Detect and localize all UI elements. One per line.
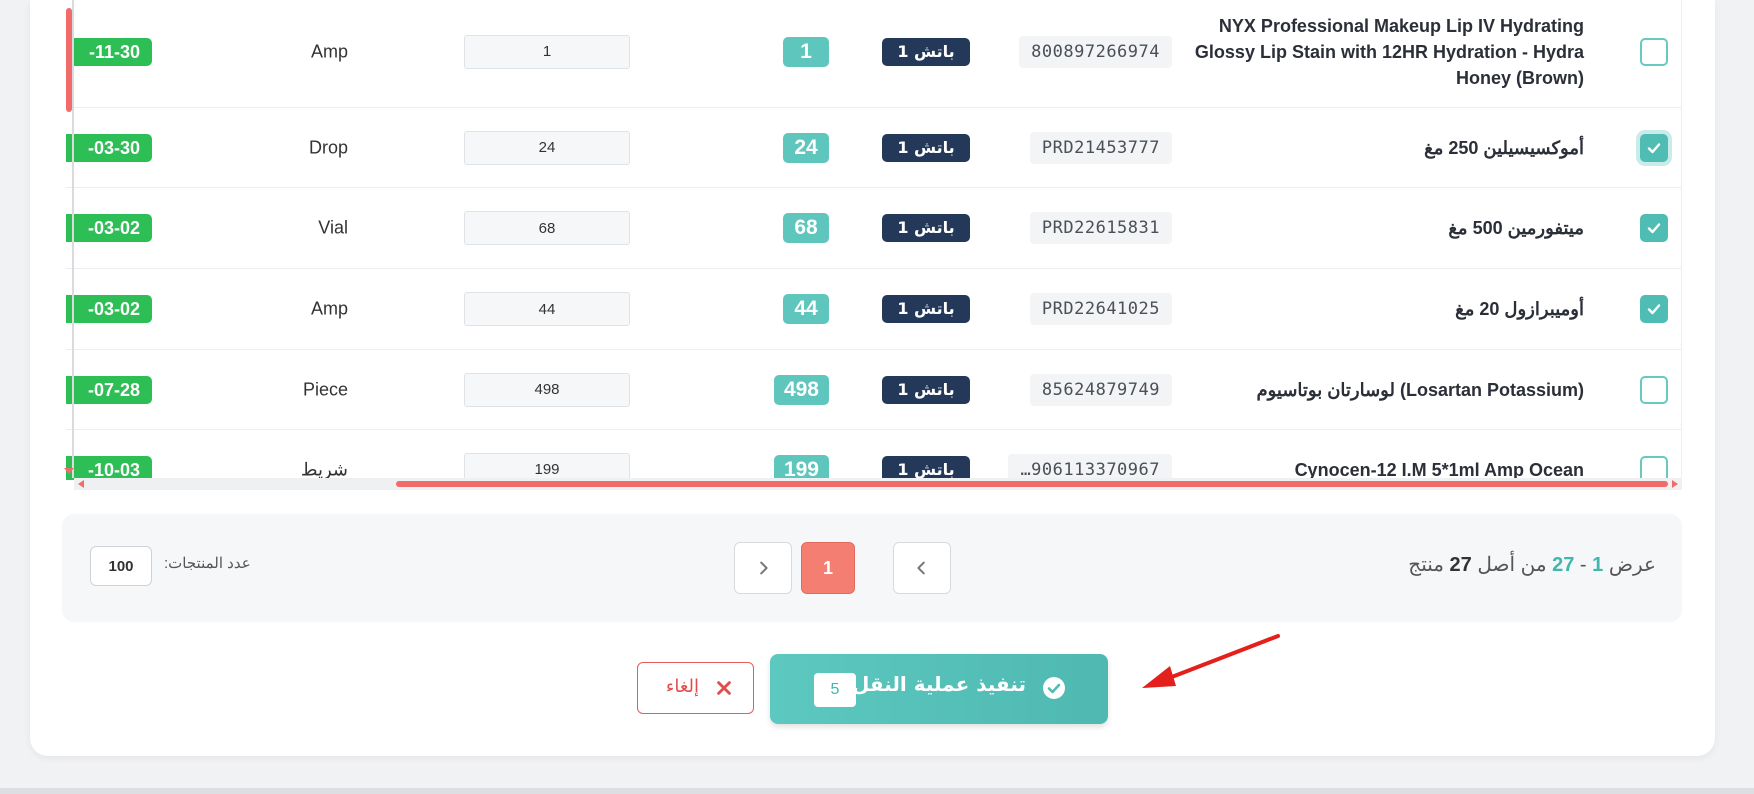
row-select-checkbox[interactable]: [1640, 214, 1668, 242]
chevron-right-icon: [760, 561, 768, 575]
available-qty-badge: 68: [783, 213, 829, 243]
table-row: Cynocen-12 I.M 5*1ml Amp Ocean …90611337…: [66, 430, 1681, 480]
product-code: 85624879749: [1029, 373, 1172, 406]
cancel-label: إلغاء: [665, 676, 699, 697]
row-select-checkbox[interactable]: [1640, 455, 1668, 480]
next-page-button[interactable]: [734, 542, 792, 594]
range-dash: -: [1579, 554, 1587, 576]
chevron-left-icon: [917, 561, 925, 575]
product-name: Cynocen-12 I.M 5*1ml Amp Ocean: [1294, 459, 1584, 480]
expiry-date-badge: -11-30: [66, 37, 152, 66]
product-code: …906113370967: [1008, 453, 1172, 480]
product-name: أوميبرازول 20 مغ: [1455, 299, 1584, 319]
unit-label: شريط: [300, 459, 348, 479]
horizontal-scrollbar-thumb[interactable]: [396, 481, 1668, 487]
unit-label: Piece: [302, 379, 348, 399]
unit-label: Amp: [310, 298, 348, 319]
transfer-qty-input[interactable]: [464, 211, 630, 245]
batch-badge: 1 باتش: [882, 214, 970, 242]
range-from: 1: [1592, 554, 1604, 576]
products-table: NYX Professional Makeup Lip IV Hydrating…: [66, 0, 1682, 480]
vertical-scrollbar-thumb[interactable]: [66, 8, 72, 112]
unit-text: منتج: [1408, 554, 1444, 576]
prev-page-button[interactable]: [893, 542, 951, 594]
product-name: NYX Professional Makeup Lip IV Hydrating…: [1194, 15, 1584, 88]
expiry-date-badge: -03-02: [66, 214, 152, 242]
batch-badge: 1 باتش: [882, 37, 970, 66]
check-circle-icon: [1043, 677, 1065, 699]
per-page-select[interactable]: 100: [90, 546, 152, 586]
scroll-left-arrow-icon[interactable]: [78, 480, 84, 488]
transfer-qty-input[interactable]: [464, 130, 630, 165]
table-row: لوسارتان بوتاسيوم (Losartan Potassium) 8…: [66, 350, 1681, 430]
batch-badge: 1 باتش: [882, 455, 970, 480]
check-icon: [1647, 142, 1661, 153]
transfer-qty-input[interactable]: [464, 292, 630, 326]
available-qty-badge: 24: [783, 132, 829, 163]
check-icon: [1647, 223, 1661, 234]
expiry-date-badge: -10-03: [66, 455, 152, 480]
scroll-right-arrow-icon[interactable]: [1672, 480, 1678, 488]
page-1-button[interactable]: 1: [801, 542, 855, 594]
product-code: PRD21453777: [1029, 131, 1172, 164]
table-row: أوميبرازول 20 مغ PRD22641025 1 باتش 44 A…: [66, 269, 1681, 350]
expiry-date-badge: -03-30: [66, 133, 152, 162]
transfer-qty-input[interactable]: [464, 372, 630, 407]
available-qty-badge: 1: [783, 36, 829, 67]
selected-count-badge: 5: [814, 673, 856, 707]
scroll-down-arrow-icon[interactable]: [64, 468, 74, 474]
row-select-checkbox[interactable]: [1640, 375, 1668, 404]
showing-prefix: عرض: [1608, 554, 1656, 576]
table-row: أموكسيسيلين 250 مغ PRD21453777 1 باتش 24…: [66, 108, 1681, 188]
product-name: أموكسيسيلين 250 مغ: [1424, 137, 1584, 158]
product-code: PRD22641025: [1029, 293, 1172, 325]
total-count: 27: [1449, 554, 1472, 576]
row-select-checkbox[interactable]: [1640, 133, 1668, 162]
expiry-date-badge: -03-02: [66, 295, 152, 323]
product-name: ميتفورمين 500 مغ: [1448, 218, 1584, 238]
unit-label: Drop: [308, 137, 348, 157]
product-code: 800897266974: [1019, 35, 1172, 68]
annotation-arrow-icon: [1142, 634, 1280, 688]
bottom-border: [0, 788, 1754, 794]
check-icon: [1647, 304, 1661, 315]
results-summary: عرض 1 - 27 من أصل 27 منتج: [1408, 552, 1656, 577]
batch-badge: 1 باتش: [882, 295, 970, 323]
close-icon: [717, 681, 731, 695]
transfer-qty-input[interactable]: [464, 452, 630, 480]
product-name: لوسارتان بوتاسيوم (Losartan Potassium): [1256, 379, 1584, 400]
available-qty-badge: 498: [773, 374, 829, 405]
execute-transfer-label: تنفيذ عملية النقل: [851, 672, 1026, 696]
row-select-checkbox[interactable]: [1640, 295, 1668, 323]
unit-label: Vial: [318, 217, 348, 238]
row-select-checkbox[interactable]: [1640, 37, 1668, 66]
unit-label: Amp: [310, 41, 348, 61]
table-row: NYX Professional Makeup Lip IV Hydrating…: [66, 0, 1681, 108]
batch-badge: 1 باتش: [882, 375, 970, 404]
available-qty-badge: 199: [773, 454, 829, 480]
vertical-scroll-track: [72, 0, 74, 478]
pagination-panel: عرض 1 - 27 من أصل 27 منتج 1 عدد المنتجات…: [62, 514, 1682, 622]
per-page-label: عدد المنتجات:: [164, 555, 251, 572]
range-to: 27: [1552, 554, 1575, 576]
cancel-button[interactable]: إلغاء: [637, 662, 754, 714]
expiry-date-badge: -07-28: [66, 375, 152, 404]
transfer-qty-input[interactable]: [464, 34, 630, 69]
table-row: ميتفورمين 500 مغ PRD22615831 1 باتش 68 V…: [66, 188, 1681, 269]
execute-transfer-button[interactable]: تنفيذ عملية النقل 5: [770, 654, 1108, 724]
available-qty-badge: 44: [783, 294, 829, 324]
product-code: PRD22615831: [1029, 212, 1172, 244]
of-text: من أصل: [1477, 554, 1547, 576]
batch-badge: 1 باتش: [882, 133, 970, 162]
